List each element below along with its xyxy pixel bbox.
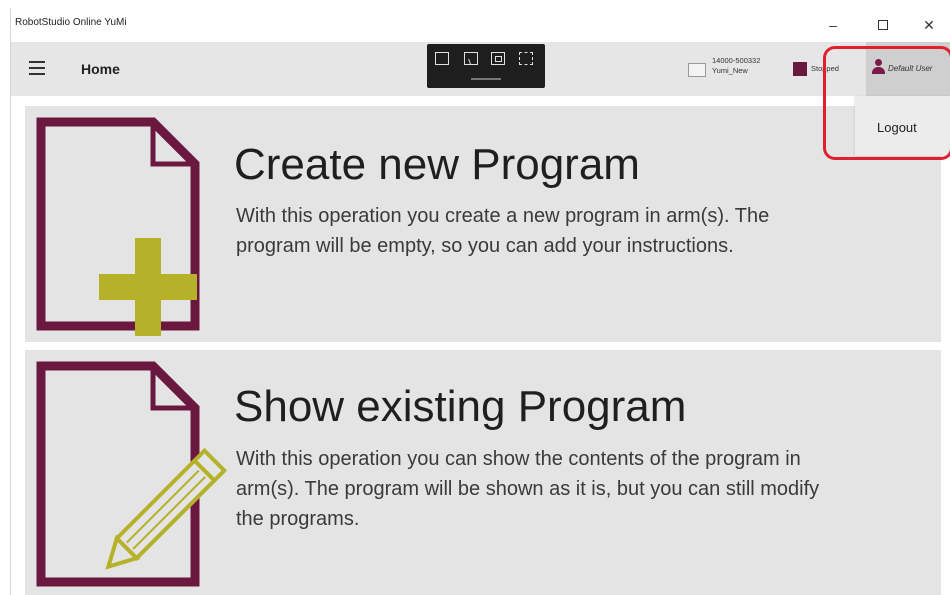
pointer-screen-icon[interactable] <box>464 52 478 65</box>
window-title: RobotStudio Online YuMi <box>15 17 127 28</box>
user-name: Default User <box>888 64 933 73</box>
document-arrow-icon[interactable] <box>435 52 449 65</box>
minimize-button[interactable]: – <box>811 12 855 38</box>
frame-icon[interactable] <box>491 52 505 65</box>
quick-toolbar <box>427 44 545 88</box>
show-program-title: Show existing Program <box>234 382 687 431</box>
user-button[interactable]: Default User <box>866 42 950 96</box>
dashed-select-icon[interactable] <box>519 52 533 65</box>
controller-id: 14000-500332 <box>712 56 761 65</box>
new-document-icon <box>36 117 200 336</box>
hamburger-menu-icon[interactable] <box>29 61 45 75</box>
status-label: Stopped <box>811 64 839 73</box>
stopped-status-icon <box>793 62 807 76</box>
app-header: Home 14000-500332 Yumi_New Stopped Defau… <box>11 42 950 96</box>
create-program-card[interactable]: Create new Program With this operation y… <box>25 106 941 342</box>
app-window: RobotStudio Online YuMi – ✕ Home 14000-5… <box>10 8 950 595</box>
logout-label: Logout <box>877 120 917 135</box>
create-program-title: Create new Program <box>234 140 640 189</box>
show-program-card[interactable]: Show existing Program With this operatio… <box>25 350 941 595</box>
maximize-button[interactable] <box>861 12 905 38</box>
document-pencil-icon <box>36 361 228 587</box>
create-program-description: With this operation you create a new pro… <box>236 205 770 257</box>
controller-info[interactable]: 14000-500332 Yumi_New <box>712 56 760 76</box>
title-bar: RobotStudio Online YuMi – ✕ <box>11 8 950 42</box>
maximize-icon <box>878 20 888 30</box>
controller-icon <box>688 63 706 77</box>
show-program-description: With this operation you can show the con… <box>236 448 820 530</box>
toolbar-grip[interactable] <box>471 78 501 80</box>
user-icon <box>871 59 885 75</box>
page-title: Home <box>81 61 120 77</box>
logout-menu-item[interactable]: Logout <box>855 96 950 156</box>
close-button[interactable]: ✕ <box>907 12 950 38</box>
controller-name: Yumi_New <box>712 66 748 75</box>
